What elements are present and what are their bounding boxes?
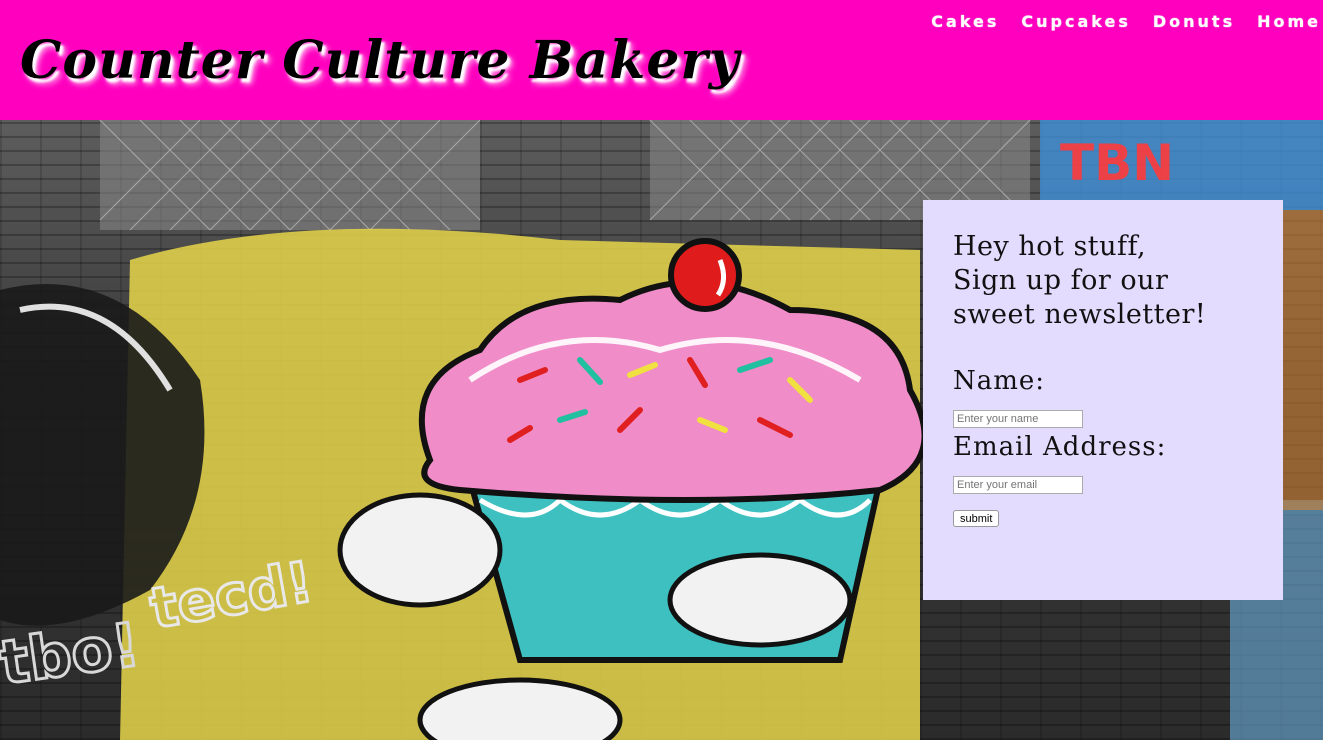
nav-link-cakes[interactable]: Cakes — [931, 12, 999, 31]
site-title: Counter Culture Bakery — [20, 30, 741, 91]
name-input[interactable] — [953, 410, 1083, 428]
newsletter-heading-line: sweet newsletter! — [953, 299, 1207, 330]
submit-button[interactable]: submit — [953, 510, 1000, 527]
newsletter-heading-line: Sign up for our — [953, 265, 1169, 296]
main-nav: Cakes Cupcakes Donuts Home — [909, 12, 1323, 31]
email-input[interactable] — [953, 476, 1083, 494]
site-header: Counter Culture Bakery Cakes Cupcakes Do… — [0, 0, 1323, 120]
email-label: Email Address: — [953, 432, 1167, 462]
newsletter-panel: Hey hot stuff, Sign up for our sweet new… — [923, 200, 1283, 600]
newsletter-heading: Hey hot stuff, Sign up for our sweet new… — [953, 230, 1253, 332]
svg-text:TBN: TBN — [1060, 134, 1174, 192]
name-label: Name: — [953, 366, 1046, 396]
nav-link-cupcakes[interactable]: Cupcakes — [1021, 12, 1130, 31]
nav-link-home[interactable]: Home — [1257, 12, 1321, 31]
newsletter-heading-line: Hey hot stuff, — [953, 231, 1147, 262]
nav-link-donuts[interactable]: Donuts — [1153, 12, 1235, 31]
